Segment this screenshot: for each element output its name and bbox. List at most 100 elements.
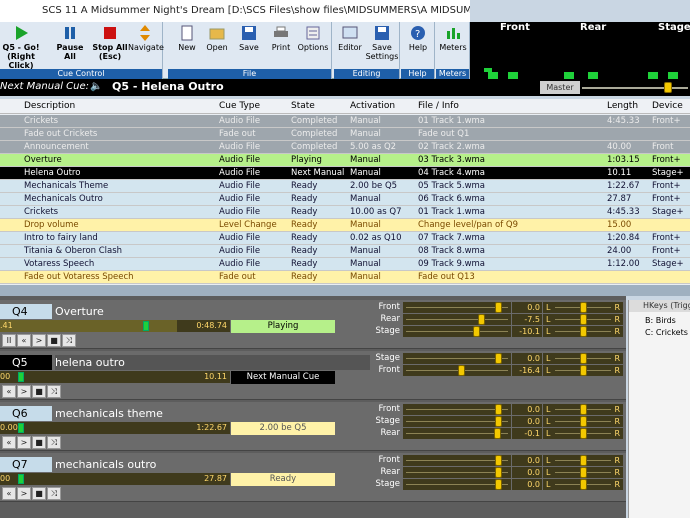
pan-fader-thumb[interactable] [580,428,587,439]
level-fader-thumb[interactable] [495,416,502,427]
pan-fader[interactable]: LR [543,428,623,439]
col-device[interactable]: Device [652,101,683,111]
level-fader-thumb[interactable] [478,314,485,325]
pan-fader[interactable]: LR [543,314,623,325]
level-fader-thumb[interactable] [495,353,502,364]
pan-fader-thumb[interactable] [580,455,587,466]
level-fader-thumb[interactable] [494,428,501,439]
pan-fader[interactable]: LR [543,365,623,376]
table-row[interactable]: Crickets Audio File Completed Manual 01 Trac… [0,115,690,128]
level-fader[interactable] [403,353,511,364]
pan-fader-thumb[interactable] [580,302,587,313]
pan-fader-thumb[interactable] [580,326,587,337]
options-button[interactable]: Options [296,25,330,65]
pan-fader[interactable]: LR [543,455,623,466]
cue-progress-bar[interactable]: .41 0:48.74 [0,320,230,332]
cue-position-thumb[interactable] [143,321,150,331]
shuffle-icon[interactable]: ⤨ [47,436,61,449]
col-state[interactable]: State [291,101,315,111]
table-row[interactable]: Titania & Oberon Clash Audio File Ready Man… [0,245,690,258]
stop-all-button[interactable]: Stop All (Esc) [92,25,128,65]
table-row[interactable]: Helena Outro Audio File Next Manual Manual 0… [0,167,690,180]
col-activation[interactable]: Activation [350,101,395,111]
help-button[interactable]: ? Help [403,25,433,65]
rewind-icon[interactable]: « [2,385,16,398]
cue-position-thumb[interactable] [18,474,24,484]
level-db[interactable]: 0.0 [512,479,542,490]
table-row[interactable]: Intro to fairy land Audio File Ready 0.02 a… [0,232,690,245]
pan-fader-thumb[interactable] [580,416,587,427]
shuffle-icon[interactable]: ⤨ [47,385,61,398]
pan-fader-thumb[interactable] [580,404,587,415]
rewind-icon[interactable]: « [2,487,16,500]
cue-progress-bar[interactable]: 0.00 1:22.67 [0,422,230,434]
new-button[interactable]: New [172,25,202,65]
play-icon[interactable]: > [17,385,31,398]
pan-fader[interactable]: LR [543,404,623,415]
level-db[interactable]: 0.0 [512,467,542,478]
table-row[interactable]: Mechanicals Outro Audio File Ready Manual 06… [0,193,690,206]
pause-all-button[interactable]: Pause All [52,25,88,65]
play-icon[interactable]: > [32,334,46,347]
level-fader-thumb[interactable] [495,467,502,478]
level-fader-thumb[interactable] [495,302,502,313]
level-db[interactable]: -7.5 [512,314,542,325]
level-db[interactable]: 0.0 [512,455,542,466]
table-row[interactable]: Drop volume Level Change Ready Manual Change… [0,219,690,232]
rewind-icon[interactable]: « [2,436,16,449]
pan-fader-thumb[interactable] [580,479,587,490]
cue-position-thumb[interactable] [18,372,24,382]
col-length[interactable]: Length [607,101,638,111]
table-row[interactable]: Fade out Crickets Fade out Completed Manual… [0,128,690,141]
pan-fader[interactable]: LR [543,326,623,337]
hotkey-item[interactable]: B: Birds [645,316,676,325]
meters-button[interactable]: Meters [437,25,469,65]
level-db[interactable]: -10.1 [512,326,542,337]
play-icon[interactable]: > [17,487,31,500]
pan-fader[interactable]: LR [543,467,623,478]
stop-icon[interactable]: ■ [32,436,46,449]
pan-fader-thumb[interactable] [580,467,587,478]
level-db[interactable]: -0.1 [512,428,542,439]
table-row[interactable]: Votaress Speech Audio File Ready Manual 09 T… [0,258,690,271]
cue-progress-bar[interactable]: 00 10.11 [0,371,230,383]
save-settings-button[interactable]: Save Settings [364,25,400,65]
level-db[interactable]: 0.0 [512,353,542,364]
level-fader-thumb[interactable] [495,404,502,415]
shuffle-icon[interactable]: ⤨ [47,487,61,500]
level-fader-thumb[interactable] [473,326,480,337]
rewind-icon[interactable]: « [17,334,31,347]
level-fader-thumb[interactable] [458,365,465,376]
level-db[interactable]: 0.0 [512,416,542,427]
cue-position-thumb[interactable] [18,423,24,433]
master-fader-thumb[interactable] [664,82,672,93]
col-description[interactable]: Description [24,101,75,111]
level-db[interactable]: 0.0 [512,404,542,415]
col-cue-type[interactable]: Cue Type [219,101,260,111]
go-button[interactable]: Q5 - Go! (Right Click) [0,25,42,70]
hotkey-item[interactable]: C: Crickets [645,328,688,337]
table-row[interactable]: Announcement Audio File Completed 5.00 as Q… [0,141,690,154]
table-row[interactable]: Overture Audio File Playing Manual 03 Track … [0,154,690,167]
play-icon[interactable]: > [17,436,31,449]
pan-fader-thumb[interactable] [580,353,587,364]
level-db[interactable]: 0.0 [512,302,542,313]
level-fader[interactable] [403,416,511,427]
level-fader[interactable] [403,428,511,439]
table-row[interactable]: Fade out Votaress Speech Fade out Ready Man… [0,271,690,284]
open-button[interactable]: Open [202,25,232,65]
pause-icon[interactable]: II [2,334,16,347]
shuffle-icon[interactable]: ⤨ [62,334,76,347]
save-button[interactable]: Save [234,25,264,65]
level-fader[interactable] [403,326,511,337]
print-button[interactable]: Print [266,25,296,65]
table-row[interactable]: Crickets Audio File Ready 10.00 as Q7 01 Tra… [0,206,690,219]
pan-fader[interactable]: LR [543,353,623,364]
pan-fader[interactable]: LR [543,479,623,490]
level-fader[interactable] [403,467,511,478]
pan-fader[interactable]: LR [543,416,623,427]
pane-splitter[interactable] [0,285,690,296]
stop-icon[interactable]: ■ [32,487,46,500]
level-fader[interactable] [403,479,511,490]
pan-fader-thumb[interactable] [580,365,587,376]
